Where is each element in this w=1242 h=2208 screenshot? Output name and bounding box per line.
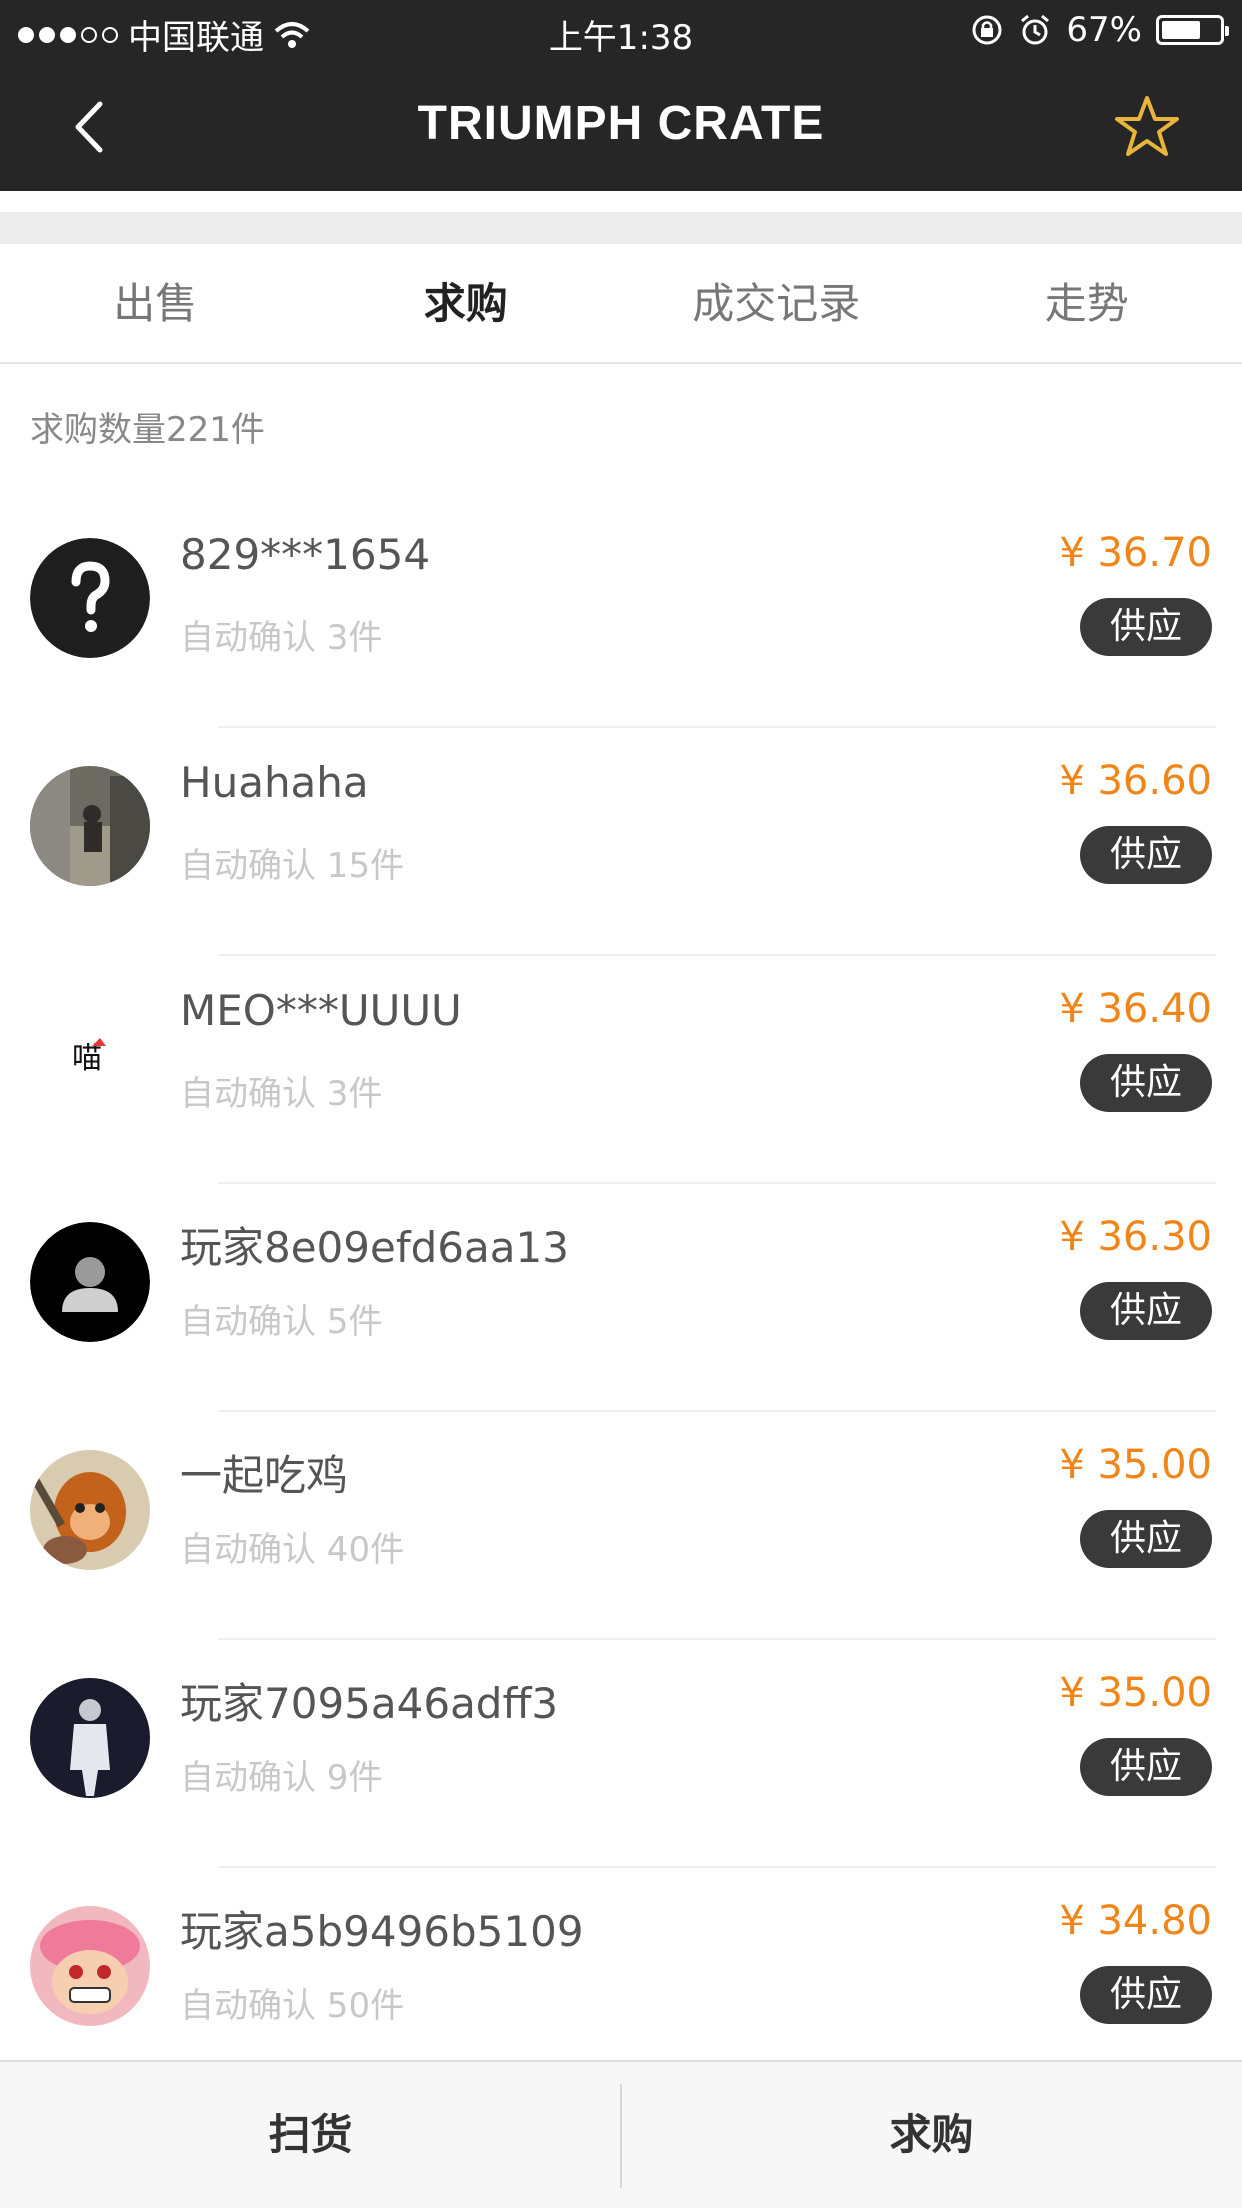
avatar[interactable] (30, 1906, 150, 2026)
header: 中国联通 上午1:38 67% TRIUMPH CRATE (0, 0, 1242, 191)
section-spacer (0, 212, 1242, 244)
avatar[interactable] (30, 1222, 150, 1342)
price: ¥ 36.70 (1059, 530, 1212, 576)
star-icon (1115, 96, 1179, 156)
auto-confirm-info: 自动确认 5件 (180, 1302, 383, 1342)
cat-text-avatar-icon: 喵 (30, 994, 150, 1114)
auto-confirm-info: 自动确认 40件 (180, 1530, 405, 1570)
tab-buy-requests[interactable]: 求购 (311, 244, 622, 362)
user-name: Huahaha (180, 758, 369, 807)
price: ¥ 35.00 (1059, 1670, 1212, 1716)
page-title: TRIUMPH CRATE (417, 97, 825, 150)
user-name: 玩家7095a46adff3 (180, 1679, 559, 1728)
rotation-lock-icon (972, 15, 1002, 45)
price: ¥ 34.80 (1059, 1898, 1212, 1944)
supply-button[interactable]: 供应 (1080, 1282, 1212, 1340)
list-item: 玩家8e09efd6aa13 自动确认 5件 ¥ 36.30 供应 (0, 1184, 1242, 1412)
supply-button[interactable]: 供应 (1080, 598, 1212, 656)
price: ¥ 36.30 (1059, 1214, 1212, 1260)
supply-button[interactable]: 供应 (1080, 1510, 1212, 1568)
auto-confirm-info: 自动确认 3件 (180, 618, 383, 658)
question-mark-avatar-icon (30, 538, 150, 658)
avatar[interactable] (30, 1450, 150, 1570)
supply-button[interactable]: 供应 (1080, 826, 1212, 884)
avatar[interactable] (30, 1678, 150, 1798)
user-name: 玩家8e09efd6aa13 (180, 1223, 569, 1272)
supply-button[interactable]: 供应 (1080, 1054, 1212, 1112)
price: ¥ 36.40 (1059, 986, 1212, 1032)
monkey-avatar-icon (30, 1450, 150, 1570)
user-name: 829***1654 (180, 530, 431, 579)
tab-sell[interactable]: 出售 (0, 244, 311, 362)
buy-request-button[interactable]: 求购 (621, 2062, 1242, 2208)
list-item: Huahaha 自动确认 15件 ¥ 36.60 供应 (0, 728, 1242, 956)
auto-confirm-info: 自动确认 15件 (180, 846, 405, 886)
figure-avatar-icon (30, 1678, 150, 1798)
avatar[interactable]: 喵 (30, 994, 150, 1114)
bottom-action-bar: 扫货 求购 (0, 2060, 1242, 2208)
cartoon-avatar-icon (30, 1906, 150, 2026)
list-item: 829***1654 自动确认 3件 ¥ 36.70 供应 (0, 500, 1242, 728)
sweep-buy-button[interactable]: 扫货 (0, 2062, 621, 2208)
photo-avatar-icon (30, 766, 150, 886)
avatar[interactable] (30, 766, 150, 886)
request-count: 求购数量221件 (30, 410, 265, 450)
list-item: 喵 MEO***UUUU 自动确认 3件 ¥ 36.40 供应 (0, 956, 1242, 1184)
avatar[interactable] (30, 538, 150, 658)
battery-percent: 67% (1066, 10, 1142, 50)
avatar-badge-text: 喵 (72, 1041, 102, 1076)
default-user-avatar-icon (30, 1222, 150, 1342)
user-name: MEO***UUUU (180, 986, 462, 1035)
request-list: 829***1654 自动确认 3件 ¥ 36.70 供应 Huahaha 自动… (0, 500, 1242, 2096)
auto-confirm-info: 自动确认 9件 (180, 1758, 383, 1798)
tab-trend[interactable]: 走势 (932, 244, 1242, 362)
user-name: 玩家a5b9496b5109 (180, 1907, 584, 1956)
battery-icon (1156, 15, 1229, 45)
list-item: 玩家7095a46adff3 自动确认 9件 ¥ 35.00 供应 (0, 1640, 1242, 1868)
status-right: 67% (970, 10, 1229, 50)
tab-transactions[interactable]: 成交记录 (621, 244, 932, 362)
user-name: 一起吃鸡 (180, 1451, 349, 1500)
list-item: 一起吃鸡 自动确认 40件 ¥ 35.00 供应 (0, 1412, 1242, 1640)
status-bar: 中国联通 上午1:38 67% (0, 0, 1242, 62)
bottom-divider (620, 2084, 622, 2188)
supply-button[interactable]: 供应 (1080, 1966, 1212, 2024)
price: ¥ 35.00 (1059, 1442, 1212, 1488)
favorite-button[interactable] (1112, 92, 1182, 162)
alarm-icon (1021, 14, 1050, 45)
price: ¥ 36.60 (1059, 758, 1212, 804)
auto-confirm-info: 自动确认 50件 (180, 1986, 405, 2026)
auto-confirm-info: 自动确认 3件 (180, 1074, 383, 1114)
tab-bar: 出售 求购 成交记录 走势 (0, 244, 1242, 364)
supply-button[interactable]: 供应 (1080, 1738, 1212, 1796)
